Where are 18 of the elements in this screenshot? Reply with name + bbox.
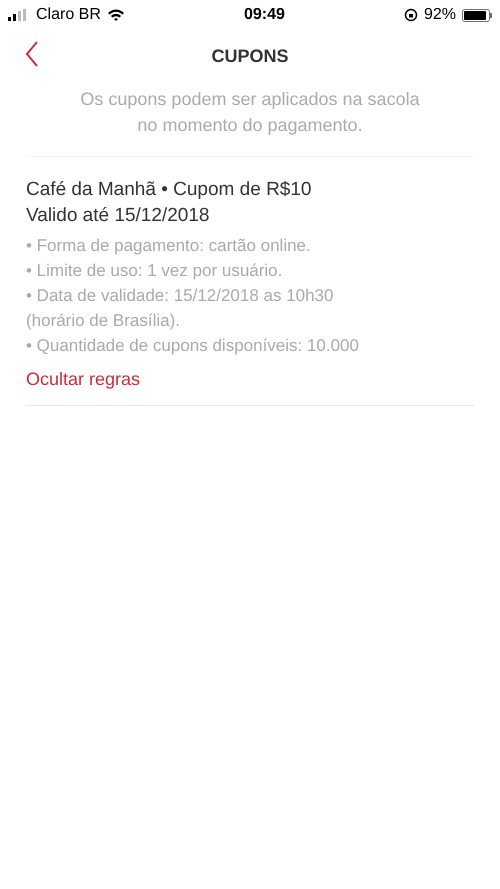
rule-text: • Limite de uso: 1 vez por usuário. [26,260,284,282]
coupon-title: Café da Manhã • Cupom de R$10 [26,178,312,202]
clock-time: 09:49 [244,5,285,25]
page-title: CUPONS [211,44,288,68]
wifi-icon [106,8,125,22]
back-button[interactable] [24,40,40,68]
carrier-name: Claro BR [36,5,101,25]
rotation-lock-icon [404,8,418,22]
rule-text: (horário de Brasília). [26,310,182,332]
rule-text: • Data de validade: 15/12/2018 as 10h30 [26,285,334,307]
coupon-validity: Valido até 15/12/2018 [26,204,210,228]
intro-text: Os cupons podem ser aplicados na sacola no momento do pagamento. [80,88,420,137]
battery-percent: 92% [424,5,456,25]
rule-text: • Forma de pagamento: cartão online. [26,235,312,257]
rule-text: • Quantidade de cupons disponíveis: 10.000 [26,335,360,357]
chevron-left-icon [24,40,40,68]
toggle-rules-link[interactable]: Ocultar regras [26,366,140,393]
battery-icon [462,8,492,22]
